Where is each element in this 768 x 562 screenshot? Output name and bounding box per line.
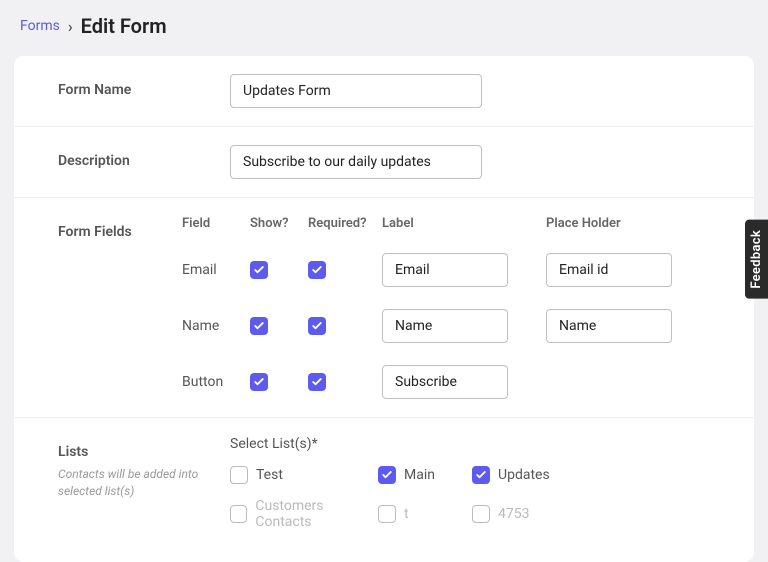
col-label: Label: [382, 216, 546, 231]
list-item-updates[interactable]: Updates: [472, 466, 592, 484]
checkbox-icon: [378, 505, 396, 523]
row-description: Description: [14, 127, 754, 198]
field-name-button: Button: [182, 374, 250, 390]
required-checkbox-email[interactable]: [308, 261, 326, 279]
lists-title: Lists: [58, 444, 88, 460]
breadcrumb: Forms › Edit Form: [0, 0, 768, 50]
row-form-fields: Form Fields Field Show? Required? Label …: [14, 198, 754, 418]
lists-head: Select List(s)*: [230, 436, 710, 452]
list-item-4753[interactable]: 4753: [472, 498, 592, 530]
list-row: Customers Contacts t 4753: [230, 498, 710, 530]
feedback-tab[interactable]: Feedback: [745, 220, 768, 299]
show-checkbox-name[interactable]: [250, 317, 268, 335]
form-fields-grid: Field Show? Required? Label Place Holder…: [182, 216, 710, 399]
list-item-label: 4753: [498, 506, 529, 522]
placeholder-input-name[interactable]: [546, 309, 672, 343]
label-input-button[interactable]: [382, 365, 508, 399]
show-checkbox-email[interactable]: [250, 261, 268, 279]
list-item-test[interactable]: Test: [230, 466, 378, 484]
list-item-main[interactable]: Main: [378, 466, 472, 484]
label-description: Description: [58, 145, 230, 169]
col-show: Show?: [250, 216, 308, 231]
list-item-label: Customers Contacts: [255, 498, 378, 530]
label-input-name[interactable]: [382, 309, 508, 343]
required-checkbox-name[interactable]: [308, 317, 326, 335]
required-checkbox-button[interactable]: [308, 373, 326, 391]
col-field: Field: [182, 216, 250, 231]
page-title: Edit Form: [81, 14, 167, 38]
list-row: Test Main Updates: [230, 466, 710, 484]
row-form-name: Form Name: [14, 56, 754, 127]
list-item-label: Test: [256, 467, 283, 483]
list-item-customers[interactable]: Customers Contacts: [230, 498, 378, 530]
col-required: Required?: [308, 216, 382, 231]
show-checkbox-button[interactable]: [250, 373, 268, 391]
form-card: Form Name Description Form Fields Field …: [14, 56, 754, 562]
label-form-name: Form Name: [58, 74, 230, 98]
checkbox-icon: [378, 466, 396, 484]
chevron-right-icon: ›: [68, 17, 73, 36]
checkbox-icon: [472, 466, 490, 484]
label-input-email[interactable]: [382, 253, 508, 287]
checkbox-icon: [472, 505, 490, 523]
list-item-t[interactable]: t: [378, 498, 472, 530]
list-item-label: Main: [404, 467, 435, 483]
lists-subtext: Contacts will be added into selected lis…: [58, 466, 230, 500]
list-item-label: t: [404, 506, 409, 522]
checkbox-icon: [230, 466, 248, 484]
checkbox-icon: [230, 505, 247, 523]
list-item-label: Updates: [498, 467, 550, 483]
row-lists: Lists Contacts will be added into select…: [14, 418, 754, 562]
breadcrumb-link-forms[interactable]: Forms: [20, 18, 60, 34]
form-name-input[interactable]: [230, 74, 482, 108]
label-lists: Lists Contacts will be added into select…: [58, 436, 230, 500]
description-input[interactable]: [230, 145, 482, 179]
placeholder-input-email[interactable]: [546, 253, 672, 287]
field-name-name: Name: [182, 318, 250, 334]
col-placeholder: Place Holder: [546, 216, 710, 231]
field-name-email: Email: [182, 262, 250, 278]
label-form-fields: Form Fields: [58, 216, 182, 240]
